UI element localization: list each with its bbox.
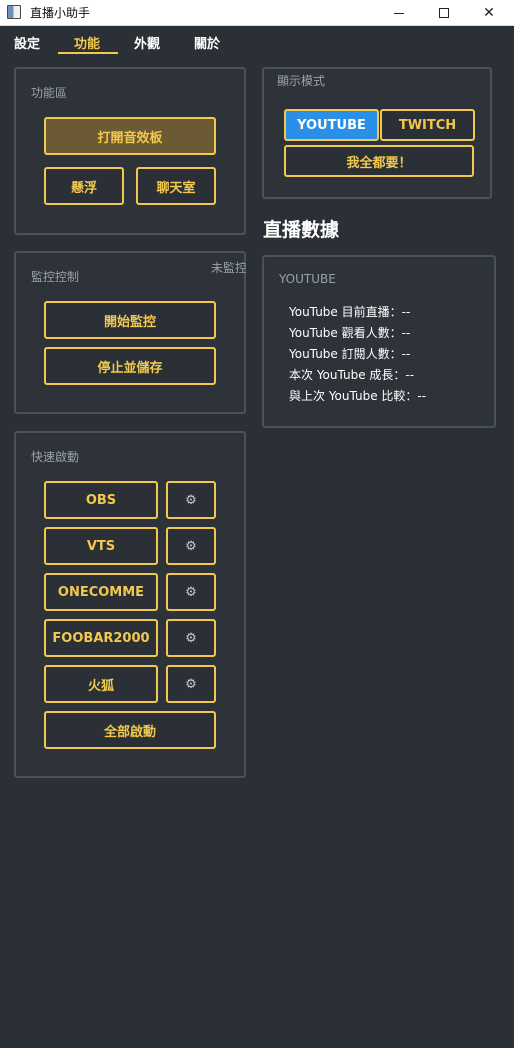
monitor-control-title: 監控控制	[31, 270, 80, 284]
minimize-icon	[394, 12, 404, 14]
monitor-status: 未監控	[211, 261, 246, 275]
foobar2000-settings-button[interactable]: ⚙	[166, 619, 216, 657]
obs-settings-button[interactable]: ⚙	[166, 481, 216, 519]
gear-icon: ⚙	[185, 630, 197, 646]
maximize-button[interactable]	[421, 0, 467, 26]
float-button[interactable]: 懸浮	[44, 167, 124, 205]
stat-current-live: YouTube 目前直播：--	[289, 305, 411, 319]
tab-appearance[interactable]: 外觀	[134, 33, 160, 52]
function-area-title: 功能區	[31, 86, 68, 100]
stream-data-panel-title: YOUTUBE	[279, 272, 336, 286]
app-icon	[7, 5, 21, 19]
maximize-icon	[439, 8, 449, 18]
quick-launch-title: 快速啟動	[31, 450, 80, 464]
gear-icon: ⚙	[185, 584, 197, 600]
gear-icon: ⚙	[185, 676, 197, 692]
stat-session-growth: 本次 YouTube 成長：--	[289, 368, 415, 382]
launch-onecomme-button[interactable]: ONECOMME	[44, 573, 158, 611]
stream-data-heading: 直播數據	[263, 219, 340, 241]
tab-about[interactable]: 關於	[194, 33, 220, 52]
open-soundboard-button[interactable]: 打開音效板	[44, 117, 216, 155]
window-title: 直播小助手	[30, 6, 91, 20]
mode-youtube-button[interactable]: YOUTUBE	[284, 109, 379, 141]
stat-viewers: YouTube 觀看人數：--	[289, 326, 411, 340]
stop-save-button[interactable]: 停止並儲存	[44, 347, 216, 385]
firefox-settings-button[interactable]: ⚙	[166, 665, 216, 703]
launch-vts-button[interactable]: VTS	[44, 527, 158, 565]
vts-settings-button[interactable]: ⚙	[166, 527, 216, 565]
gear-icon: ⚙	[185, 492, 197, 508]
display-mode-title: 顯示模式	[277, 74, 326, 88]
stat-compare-previous: 與上次 YouTube 比較：--	[289, 389, 427, 403]
close-icon: ✕	[483, 5, 495, 21]
tab-settings[interactable]: 設定	[14, 33, 40, 52]
minimize-button[interactable]	[376, 0, 422, 26]
onecomme-settings-button[interactable]: ⚙	[166, 573, 216, 611]
launch-foobar2000-button[interactable]: FOOBAR2000	[44, 619, 158, 657]
launch-obs-button[interactable]: OBS	[44, 481, 158, 519]
mode-all-button[interactable]: 我全都要！	[284, 145, 474, 177]
launch-all-button[interactable]: 全部啟動	[44, 711, 216, 749]
tab-functions[interactable]: 功能	[74, 33, 100, 52]
stat-subscribers: YouTube 訂閱人數：--	[289, 347, 411, 361]
start-monitor-button[interactable]: 開始監控	[44, 301, 216, 339]
active-tab-indicator	[58, 52, 118, 54]
chatroom-button[interactable]: 聊天室	[136, 167, 216, 205]
gear-icon: ⚙	[185, 538, 197, 554]
title-bar: 直播小助手 ✕	[0, 0, 514, 26]
close-button[interactable]: ✕	[466, 0, 512, 26]
launch-firefox-button[interactable]: 火狐	[44, 665, 158, 703]
mode-twitch-button[interactable]: TWITCH	[380, 109, 475, 141]
